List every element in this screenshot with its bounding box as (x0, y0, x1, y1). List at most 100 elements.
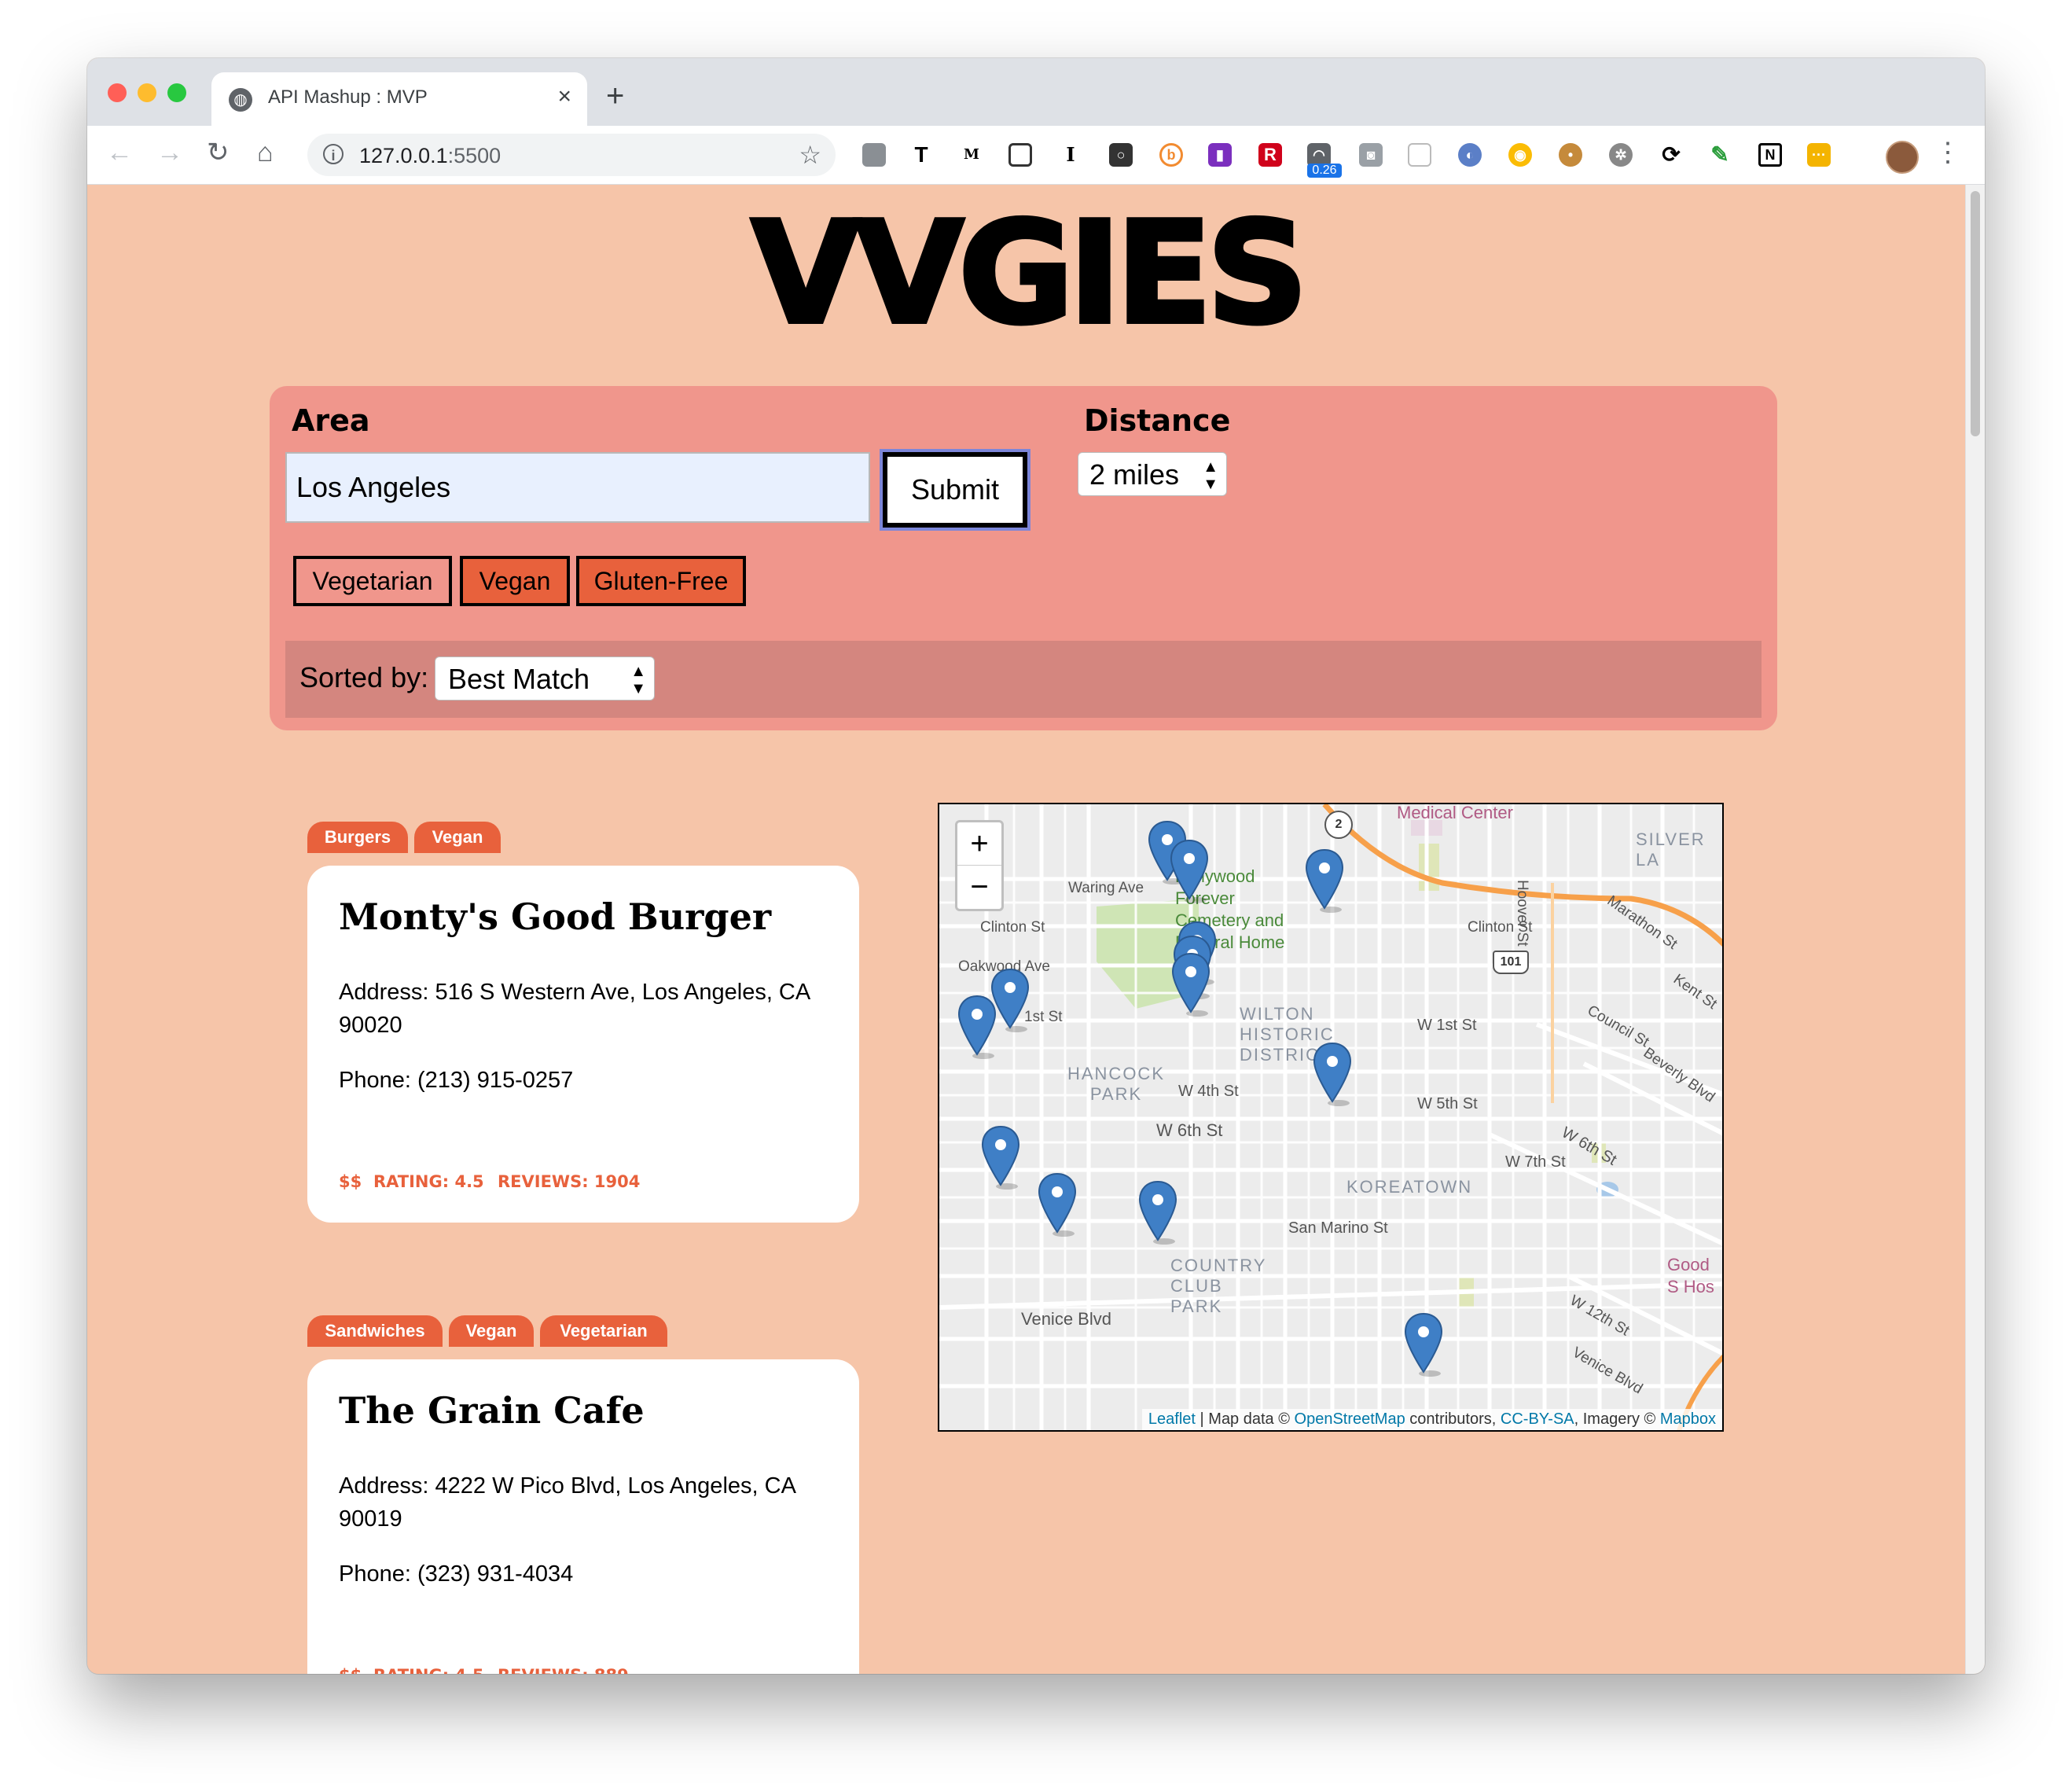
extension-m-icon[interactable]: M (960, 143, 983, 167)
map-label: W 5th St (1417, 1095, 1478, 1112)
cookie-icon[interactable]: • (1559, 143, 1582, 167)
home-button[interactable]: ⌂ (257, 137, 274, 168)
address-bar[interactable]: i 127.0.0.1:5500 ☆ (307, 134, 836, 176)
map-attribution: Leaflet | Map data © OpenStreetMap contr… (1141, 1409, 1722, 1430)
map-label: KOREATOWN (1346, 1177, 1473, 1197)
result-tag: Burgers (307, 822, 408, 853)
price-level: $$ (339, 1666, 362, 1674)
zoom-control: + − (955, 820, 1004, 911)
sort-bar: Sorted by: Best Match ▲ ▼ (285, 641, 1762, 718)
ccbysa-link[interactable]: CC-BY-SA (1501, 1410, 1574, 1428)
map-marker-icon[interactable] (980, 1125, 1021, 1190)
logo-text: VVGIES (751, 213, 1303, 331)
price-level: $$ (339, 1172, 362, 1191)
address-url: 127.0.0.1:5500 (359, 144, 501, 167)
extension-r-icon[interactable]: R (1258, 143, 1282, 167)
map-label: Good S Hos (1667, 1255, 1714, 1296)
restaurant-phone: Phone: (323) 931-4034 (339, 1561, 574, 1587)
leaflet-link[interactable]: Leaflet (1148, 1410, 1196, 1428)
map-marker-icon[interactable] (1304, 848, 1345, 913)
sync-icon[interactable]: ⟳ (1659, 143, 1683, 167)
browser-tab[interactable]: ◍ API Mashup : MVP × (211, 72, 587, 126)
distance-select[interactable]: 2 miles ▲ ▼ (1078, 452, 1227, 496)
extension-pen-icon[interactable]: ✎ (1708, 143, 1732, 167)
browser-window: ◍ API Mashup : MVP × + ← → ↻ ⌂ i 127.0.0… (87, 58, 1985, 1674)
notion-icon[interactable]: N (1758, 143, 1782, 167)
map-marker-icon[interactable] (957, 995, 997, 1059)
back-button[interactable]: ← (106, 137, 133, 168)
map-label: Clinton St (980, 919, 1045, 936)
pocket-icon[interactable] (1008, 143, 1032, 167)
result-tag: Vegan (449, 1315, 534, 1347)
globe-icon: ◍ (229, 88, 252, 112)
filter-vegan[interactable]: Vegan (460, 556, 570, 606)
map-label: Venice Blvd (1021, 1309, 1111, 1329)
zoom-in-button[interactable]: + (957, 822, 1001, 866)
maximize-window-button[interactable] (167, 83, 186, 102)
extension-calendar-icon[interactable] (1408, 143, 1431, 167)
info-icon[interactable]: i (323, 144, 343, 164)
page-scrollbar[interactable] (1965, 185, 1985, 1674)
extension-rp-icon[interactable]: ▮ (1208, 143, 1232, 167)
map-label: Waring Ave (1068, 880, 1144, 896)
vvgies-logo: VVGIES (749, 213, 1310, 331)
bookmark-star-icon[interactable]: ☆ (799, 140, 821, 170)
map-marker-icon[interactable] (1403, 1312, 1444, 1377)
map-marker-icon[interactable] (1137, 1180, 1178, 1245)
camera-icon[interactable]: ◙ (1359, 143, 1383, 167)
map-marker-icon[interactable] (1037, 1172, 1078, 1237)
extension-b-icon[interactable]: b (1159, 143, 1183, 167)
area-input[interactable]: Los Angeles (285, 452, 870, 523)
extension-dots-icon[interactable]: ··· (1807, 143, 1831, 167)
filter-vegetarian[interactable]: Vegetarian (293, 556, 452, 606)
extension-lightbulb-icon[interactable]: ○ (1109, 143, 1133, 167)
menu-kebab-icon[interactable]: ⋮ (1934, 137, 1961, 168)
map-marker-icon[interactable] (1312, 1042, 1353, 1106)
result-tag: Vegetarian (540, 1315, 667, 1347)
restaurant-card[interactable]: Monty's Good Burger Address: 516 S Weste… (307, 866, 859, 1223)
map-label: SILVER LA (1636, 829, 1706, 870)
map-marker-icon[interactable] (1169, 839, 1210, 903)
map-label: W 7th St (1505, 1153, 1566, 1171)
new-tab-button[interactable]: + (606, 80, 624, 112)
area-label: Area (292, 403, 370, 438)
extension-t-icon[interactable]: T (909, 143, 933, 167)
restaurant-card[interactable]: The Grain Cafe Address: 4222 W Pico Blvd… (307, 1359, 859, 1674)
restaurant-name: Monty's Good Burger (339, 896, 772, 938)
distance-value: 2 miles (1089, 458, 1180, 491)
scrollbar-thumb[interactable] (1971, 191, 1980, 436)
restaurant-name: The Grain Cafe (339, 1389, 645, 1432)
sort-label: Sorted by: (299, 661, 429, 693)
result-tag: Sandwiches (307, 1315, 443, 1347)
map-marker-icon[interactable] (1170, 952, 1211, 1017)
close-tab-icon[interactable]: × (557, 83, 571, 110)
results-map[interactable]: Medical Center SILVER LA Waring Ave Clin… (938, 803, 1724, 1432)
osm-link[interactable]: OpenStreetMap (1295, 1410, 1405, 1428)
extension-folder-icon[interactable] (862, 143, 886, 167)
browser-toolbar: ← → ↻ ⌂ i 127.0.0.1:5500 ☆ T M I ○ b ▮ R… (87, 126, 1985, 185)
mapbox-link[interactable]: Mapbox (1660, 1410, 1716, 1428)
filter-gluten-free[interactable]: Gluten-Free (576, 556, 746, 606)
rating: RATING: 4.5 (373, 1666, 484, 1674)
result-tag: Vegan (414, 822, 501, 853)
map-label: W 4th St (1178, 1083, 1239, 1100)
minimize-window-button[interactable] (138, 83, 156, 102)
sort-select[interactable]: Best Match ▲ ▼ (435, 656, 655, 701)
reload-button[interactable]: ↻ (207, 137, 230, 168)
review-count: REVIEWS: 1904 (498, 1172, 641, 1191)
extension-i-icon[interactable]: I (1059, 143, 1082, 167)
close-window-button[interactable] (108, 83, 127, 102)
tab-bar: ◍ API Mashup : MVP × + (87, 58, 1985, 126)
chrome-icon[interactable]: ◉ (1508, 143, 1532, 167)
profile-avatar[interactable] (1886, 141, 1919, 174)
select-arrows-icon: ▲ ▼ (1203, 458, 1218, 493)
map-label: HANCOCK PARK (1067, 1064, 1165, 1104)
extension-circle-icon[interactable]: ◐ (1458, 143, 1482, 167)
page-viewport: VVGIES Area Los Angeles Submit Distance … (87, 185, 1966, 1674)
gear-icon[interactable]: ✲ (1609, 143, 1633, 167)
highway-101-shield: 101 (1493, 951, 1529, 974)
submit-button[interactable]: Submit (880, 449, 1030, 531)
distance-label: Distance (1084, 403, 1231, 438)
zoom-out-button[interactable]: − (957, 866, 1001, 908)
forward-button[interactable]: → (156, 137, 183, 168)
